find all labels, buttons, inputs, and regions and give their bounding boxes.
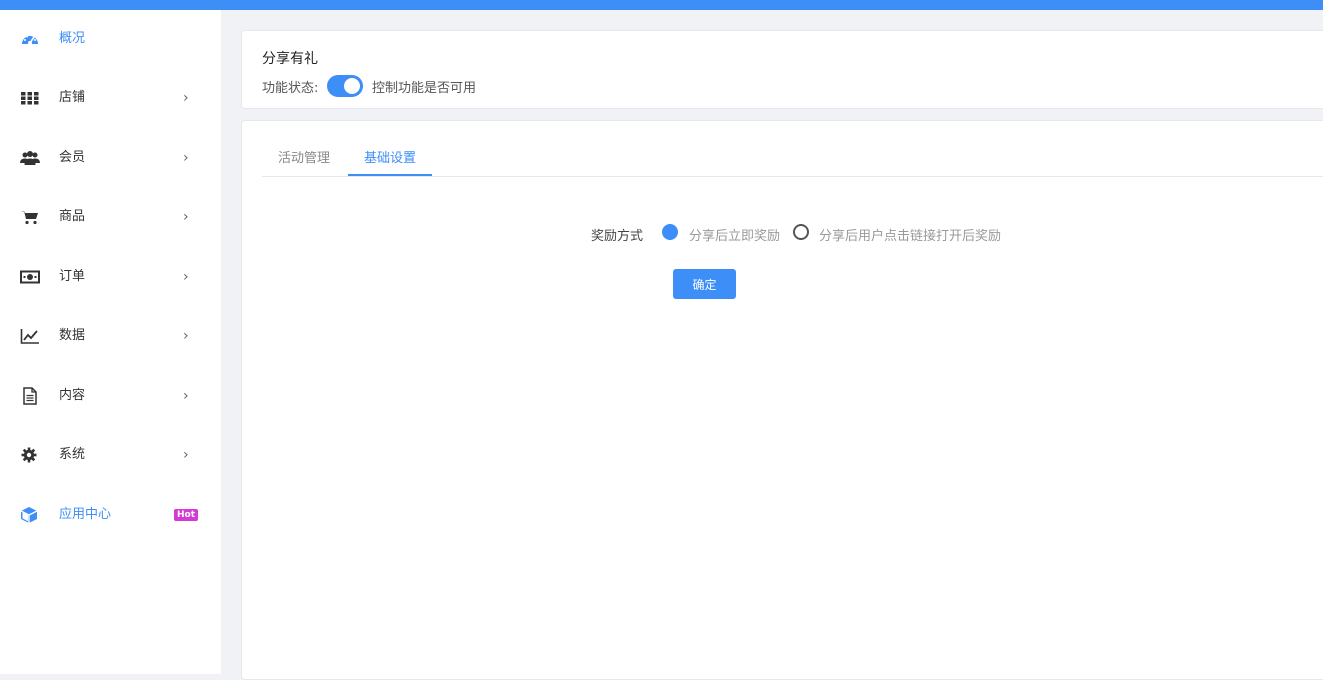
grid-icon [20,89,40,107]
users-icon [20,149,40,167]
line-chart-icon [20,327,40,345]
dashboard-icon [20,30,40,48]
status-description: 控制功能是否可用 [372,81,477,96]
radio-label-reward-after-click[interactable]: 分享后用户点击链接打开后奖励 [819,225,1001,244]
radio-label-reward-immediately[interactable]: 分享后立即奖励 [689,225,780,244]
toggle-knob [344,78,360,94]
sidebar-item-label: 店铺 [59,90,86,105]
chevron-right-icon: › [183,388,189,404]
reward-method-label: 奖励方式 [591,229,644,244]
settings-card: 活动管理 基础设置 奖励方式 分享后立即奖励 分享后用户点击链接打开后奖励 确定 [241,120,1323,680]
sidebar-item-label: 数据 [59,328,86,343]
chevron-right-icon: › [183,209,189,225]
active-tab-indicator [348,174,432,176]
money-icon [20,268,40,286]
gear-icon [20,446,40,464]
sidebar-item-data[interactable]: 数据 › [0,321,221,351]
tabs-divider [262,176,1323,177]
feature-toggle[interactable] [327,75,363,97]
sidebar-item-label: 系统 [59,447,86,462]
sidebar-item-system[interactable]: 系统 › [0,440,221,470]
chevron-right-icon: › [183,328,189,344]
sidebar-item-label: 概况 [59,31,86,46]
chevron-right-icon: › [183,90,189,106]
sidebar-item-orders[interactable]: 订单 › [0,262,221,292]
chevron-right-icon: › [183,447,189,463]
sidebar-item-content[interactable]: 内容 › [0,381,221,411]
chevron-right-icon: › [183,150,189,166]
feature-status-card: 分享有礼 功能状态: 控制功能是否可用 [241,30,1323,109]
sidebar-item-label: 内容 [59,388,86,403]
status-label: 功能状态: [262,81,319,96]
sidebar-item-label: 商品 [59,209,86,224]
chevron-right-icon: › [183,269,189,285]
confirm-button[interactable]: 确定 [673,269,736,299]
sidebar-item-app-center[interactable]: 应用中心 Hot [0,500,221,530]
tab-activity-management[interactable]: 活动管理 [278,147,330,166]
cart-icon [20,208,40,226]
sidebar-item-label: 会员 [59,150,86,165]
sidebar: 概况 店铺 › 会员 › 商品 › 订单 › 数据 › 内容 › 系统 › 应用… [0,10,221,674]
sidebar-item-store[interactable]: 店铺 › [0,83,221,113]
top-accent-bar [0,0,1323,10]
sidebar-item-label: 订单 [59,269,86,284]
sidebar-item-products[interactable]: 商品 › [0,202,221,232]
sidebar-item-overview[interactable]: 概况 [0,24,221,54]
document-icon [20,387,40,405]
cube-icon [20,506,40,524]
tab-basic-settings[interactable]: 基础设置 [364,147,416,166]
radio-reward-after-click[interactable] [793,224,809,240]
page-title: 分享有礼 [262,51,318,67]
radio-reward-immediately[interactable] [662,224,678,240]
sidebar-item-label: 应用中心 [59,507,112,522]
hot-badge: Hot [174,509,199,521]
sidebar-item-members[interactable]: 会员 › [0,143,221,173]
